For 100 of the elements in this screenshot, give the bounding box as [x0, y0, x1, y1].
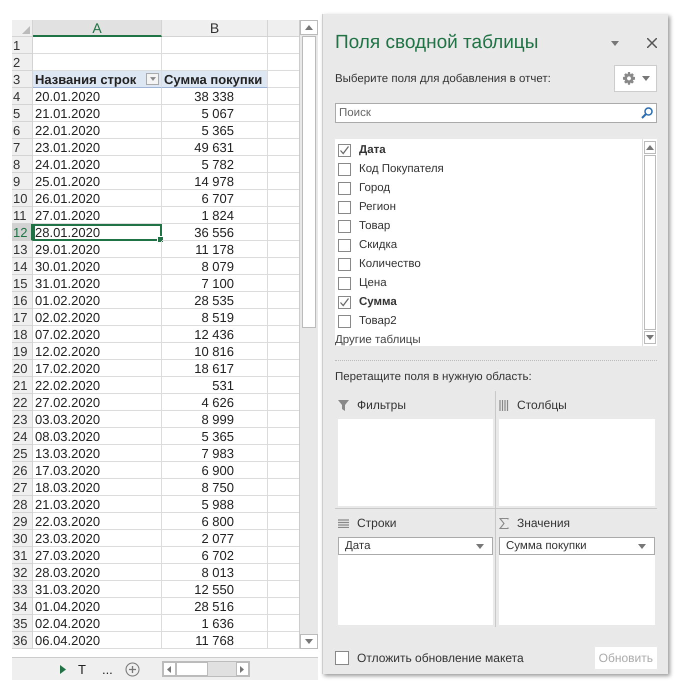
row-number[interactable]: 24	[12, 428, 33, 445]
field-checkbox[interactable]	[338, 258, 351, 271]
field-label[interactable]: Регион	[359, 201, 396, 214]
row-number[interactable]: 20	[12, 360, 33, 377]
vertical-scrollbar[interactable]	[299, 20, 318, 649]
field-checkbox[interactable]	[338, 314, 351, 328]
up-arrow-icon	[646, 144, 654, 150]
field-label[interactable]: Скидка	[359, 239, 398, 252]
row-number[interactable]: 25	[12, 445, 33, 462]
area-title: Значения	[517, 516, 570, 530]
tools-button[interactable]	[614, 65, 657, 92]
column-header[interactable]: B	[162, 20, 268, 37]
field-checkbox[interactable]	[338, 144, 351, 157]
table-cell: 25.01.2020	[33, 173, 162, 190]
row-number[interactable]: 11	[12, 207, 33, 224]
row-number[interactable]: 2	[12, 54, 33, 71]
field-label[interactable]: Количество	[359, 258, 421, 270]
next-sheet-icon[interactable]	[60, 664, 66, 674]
table-cell: 36 556	[162, 224, 268, 241]
row-number[interactable]: 17	[12, 309, 33, 326]
row-number[interactable]: 36	[12, 632, 33, 649]
field-checkbox[interactable]	[338, 276, 351, 290]
field-list-scrollbar[interactable]	[642, 138, 657, 346]
row-number[interactable]: 1	[12, 37, 33, 54]
row-number[interactable]: 26	[12, 462, 33, 479]
field-label[interactable]: Дата	[359, 144, 386, 156]
field-label[interactable]: Город	[359, 182, 390, 194]
table-cell: 06.04.2020	[33, 632, 162, 649]
drag-hint-text: Перетащите поля в нужную область:	[335, 370, 533, 385]
row-number[interactable]: 33	[12, 581, 33, 598]
close-icon[interactable]	[647, 38, 657, 48]
row-number[interactable]: 15	[12, 275, 33, 292]
filter-dropdown-button[interactable]	[146, 73, 159, 85]
field-label[interactable]: Сумма	[359, 296, 397, 308]
row-number[interactable]: 27	[12, 479, 33, 496]
row-number[interactable]: 14	[12, 258, 33, 275]
field-label[interactable]: Товар2	[359, 315, 397, 328]
row-number[interactable]: 22	[12, 394, 33, 411]
row-number[interactable]: 18	[12, 326, 33, 343]
table-cell: 31.03.2020	[33, 581, 162, 598]
row-number[interactable]: 13	[12, 241, 33, 258]
row-number[interactable]: 5	[12, 105, 33, 122]
row-number[interactable]: 9	[12, 173, 33, 190]
field-checkbox[interactable]	[338, 200, 351, 214]
row-number[interactable]: 3	[12, 71, 33, 88]
row-number[interactable]: 12	[12, 224, 33, 241]
area-field-dropdown[interactable]: Дата	[338, 537, 493, 556]
down-arrow-icon	[646, 334, 654, 340]
funnel-icon	[338, 400, 349, 411]
table-cell: 01.02.2020	[33, 292, 162, 309]
row-number[interactable]: 28	[12, 496, 33, 513]
row-number[interactable]: 32	[12, 564, 33, 581]
horizontal-scrollbar[interactable]	[162, 661, 250, 677]
row-number[interactable]: 29	[12, 513, 33, 530]
table-cell: 20.01.2020	[33, 88, 162, 105]
row-number[interactable]: 7	[12, 139, 33, 156]
table-cell: 7 983	[162, 445, 268, 462]
row-number[interactable]: 16	[12, 292, 33, 309]
field-checkbox[interactable]	[338, 162, 351, 176]
row-number[interactable]: 10	[12, 190, 33, 207]
right-arrow-icon	[240, 666, 244, 672]
drop-area[interactable]: Дата	[338, 537, 493, 626]
row-number[interactable]: 19	[12, 343, 33, 360]
sheet-tab[interactable]: Т	[74, 662, 90, 676]
panel-menu-button[interactable]	[611, 40, 619, 46]
table-cell: 5 365	[162, 428, 268, 445]
defer-checkbox[interactable]	[335, 650, 349, 665]
row-number[interactable]: 34	[12, 598, 33, 615]
row-number[interactable]: 6	[12, 122, 33, 139]
caret-icon	[150, 77, 156, 81]
table-cell: 6 800	[162, 513, 268, 530]
row-number[interactable]: 23	[12, 411, 33, 428]
field-checkbox[interactable]	[338, 220, 351, 233]
search-field[interactable]: Поиск	[335, 102, 657, 123]
field-checkbox[interactable]	[338, 238, 351, 252]
area-field-dropdown[interactable]: Сумма покупки	[499, 537, 655, 556]
table-cell: 4 626	[162, 394, 268, 411]
field-checkbox[interactable]	[338, 182, 351, 195]
field-label[interactable]: Цена	[359, 277, 387, 290]
row-number[interactable]: 35	[12, 615, 33, 632]
table-cell: 5 782	[162, 156, 268, 173]
more-sheets-button[interactable]: ...	[98, 662, 117, 676]
row-number[interactable]: 21	[12, 377, 33, 394]
column-header[interactable]: A	[33, 20, 162, 37]
fill-handle-icon[interactable]	[157, 236, 164, 243]
field-label[interactable]: Товар	[359, 220, 390, 232]
table-cell: 11 178	[162, 241, 268, 258]
add-sheet-icon[interactable]	[124, 662, 140, 676]
row-number[interactable]: 31	[12, 547, 33, 564]
table-cell: 26.01.2020	[33, 190, 162, 207]
drop-area[interactable]: Сумма покупки	[499, 537, 655, 626]
other-tables-link[interactable]: Другие таблицы	[335, 330, 642, 346]
row-number[interactable]: 30	[12, 530, 33, 547]
table-cell: 38 338	[162, 88, 268, 105]
field-label[interactable]: Код Покупателя	[359, 163, 444, 176]
row-number[interactable]: 4	[12, 88, 33, 105]
table-cell: 30.01.2020	[33, 258, 162, 275]
field-checkbox[interactable]	[338, 296, 351, 309]
defer-label[interactable]: Отложить обновление макета	[357, 650, 587, 665]
row-number[interactable]: 8	[12, 156, 33, 173]
